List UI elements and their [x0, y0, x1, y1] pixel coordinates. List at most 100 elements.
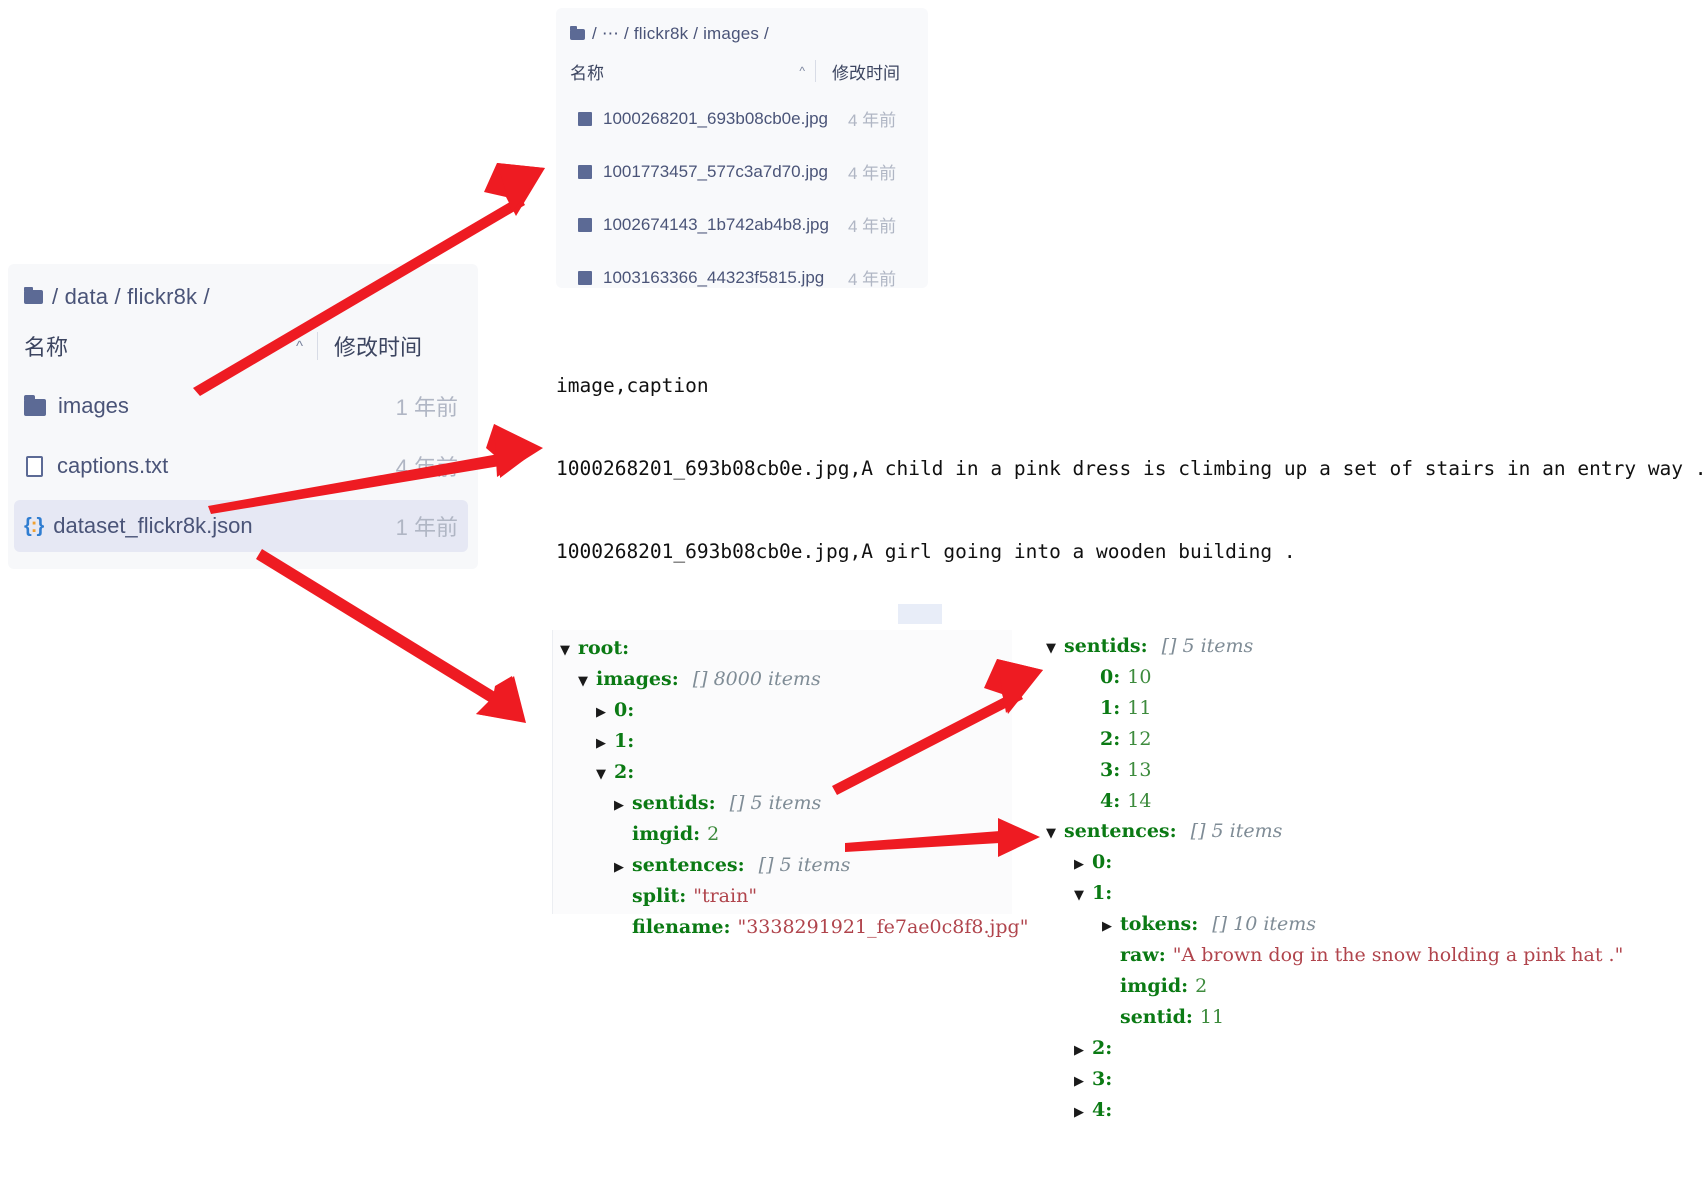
chevron-down-icon[interactable]: ▼ — [560, 637, 578, 665]
json-colon: : — [627, 730, 635, 752]
json-row[interactable]: ▼ 2: — [560, 758, 1028, 789]
column-header-name[interactable]: 名称 — [24, 330, 296, 362]
column-header-images: 名称 ^ 修改时间 — [570, 60, 928, 92]
chevron-right-icon[interactable]: ▶ — [596, 699, 614, 727]
list-item-label: 1000268201_693b08cb0e.jpg — [603, 108, 829, 128]
list-item[interactable]: 1002674143_1b742ab4b8.jpg 4 年前 — [566, 206, 920, 243]
breadcrumb-images-text: / ⋯ / flickr8k / images / — [592, 24, 769, 43]
breadcrumb-images[interactable]: / ⋯ / flickr8k / images / — [556, 8, 928, 44]
json-row[interactable]: ▶ 0: — [560, 696, 1028, 727]
json-items-count: [] 5 items — [758, 854, 851, 876]
list-item-label: images — [58, 393, 129, 418]
chevron-right-icon[interactable]: ▶ — [1074, 1037, 1092, 1065]
json-row[interactable]: ▶ sentences: [] 5 items — [560, 851, 1028, 882]
chevron-right-icon[interactable]: ▶ — [596, 730, 614, 758]
list-item-label: captions.txt — [57, 453, 169, 478]
json-row: ▶3:13 — [1046, 756, 1253, 787]
chevron-down-icon[interactable]: ▼ — [1046, 820, 1064, 848]
json-row: ▶split: "train" — [560, 882, 1028, 913]
json-colon: : — [627, 699, 635, 721]
column-header-modified[interactable]: 修改时间 — [334, 330, 458, 362]
chevron-right-icon[interactable]: ▶ — [1074, 1099, 1092, 1127]
breadcrumb-left[interactable]: / data / flickr8k / — [8, 264, 478, 310]
json-value: 12 — [1127, 728, 1152, 750]
file-name-cell: captions.txt — [24, 453, 396, 479]
json-index: 1 — [1092, 882, 1106, 904]
json-value: 13 — [1127, 759, 1152, 781]
list-item-label: 1001773457_577c3a7d70.jpg — [603, 161, 829, 181]
json-row[interactable]: ▼ root: — [560, 634, 1028, 665]
list-item-selected[interactable]: {:} dataset_flickr8k.json 1 年前 — [14, 500, 468, 552]
json-key: imgid — [1120, 975, 1182, 997]
json-key: sentids — [632, 792, 709, 814]
json-row[interactable]: ▼ sentences: [] 5 items — [1046, 817, 1623, 848]
json-index: 4 — [1092, 1099, 1106, 1121]
header-divider — [815, 60, 816, 82]
json-row[interactable]: ▼ images: [] 8000 items — [560, 665, 1028, 696]
json-value: 2 — [707, 823, 720, 845]
no-chevron-icon: ▶ — [1082, 790, 1100, 818]
json-row: ▶2:12 — [1046, 725, 1253, 756]
chevron-down-icon[interactable]: ▼ — [1046, 635, 1064, 663]
folder-icon — [24, 287, 43, 304]
json-key: images — [596, 668, 672, 690]
json-items-count: [] 10 items — [1212, 913, 1317, 935]
chevron-down-icon[interactable]: ▼ — [578, 668, 596, 696]
json-row[interactable]: ▶ 4: — [1046, 1096, 1623, 1127]
json-index: 1 — [1100, 697, 1114, 719]
chevron-down-icon[interactable]: ▼ — [596, 761, 614, 789]
json-key: imgid — [632, 823, 694, 845]
json-row[interactable]: ▼ sentids: [] 5 items — [1046, 632, 1253, 663]
json-row: ▶4:14 — [1046, 787, 1253, 818]
sort-ascending-icon[interactable]: ^ — [799, 64, 805, 78]
json-items-count: [] 5 items — [1190, 820, 1283, 842]
json-items-count: [] 8000 items — [692, 668, 821, 690]
json-value: "3338291921_fe7ae0c8f8.jpg" — [737, 916, 1029, 938]
chevron-right-icon[interactable]: ▶ — [1074, 1068, 1092, 1096]
json-key: sentids — [1064, 635, 1141, 657]
list-item[interactable]: 1003163366_44323f5815.jpg 4 年前 — [566, 259, 920, 296]
json-row[interactable]: ▶ sentids: [] 5 items — [560, 789, 1028, 820]
chevron-right-icon[interactable]: ▶ — [1102, 913, 1120, 941]
json-index: 4 — [1100, 790, 1114, 812]
no-chevron-icon: ▶ — [1082, 728, 1100, 756]
json-key: 2 — [614, 761, 628, 783]
json-key: root — [578, 637, 623, 659]
json-row: ▶imgid:2 — [560, 820, 1028, 851]
json-colon: : — [1105, 1037, 1113, 1059]
json-row[interactable]: ▶ 3: — [1046, 1065, 1623, 1096]
list-item-label: 1002674143_1b742ab4b8.jpg — [603, 214, 829, 234]
list-item[interactable]: 1000268201_693b08cb0e.jpg 4 年前 — [566, 100, 920, 137]
json-index: 3 — [1100, 759, 1114, 781]
sort-ascending-icon[interactable]: ^ — [296, 338, 303, 355]
list-item[interactable]: images 1 年前 — [14, 380, 468, 432]
modified-time: 4 年前 — [848, 164, 897, 183]
json-colon: : — [723, 916, 731, 938]
json-index: 2 — [1100, 728, 1114, 750]
file-name-cell: 1002674143_1b742ab4b8.jpg — [570, 215, 848, 235]
json-row[interactable]: ▼ 1: — [1046, 879, 1623, 910]
json-row[interactable]: ▶ tokens: [] 10 items — [1046, 910, 1623, 941]
chevron-down-icon[interactable]: ▼ — [1074, 882, 1092, 910]
chevron-right-icon[interactable]: ▶ — [614, 792, 632, 820]
no-chevron-icon: ▶ — [1102, 944, 1120, 972]
json-colon: : — [1113, 728, 1121, 750]
file-browser-images: / ⋯ / flickr8k / images / 名称 ^ 修改时间 1000… — [556, 8, 928, 289]
json-colon: : — [1113, 697, 1121, 719]
chevron-right-icon[interactable]: ▶ — [1074, 851, 1092, 879]
json-colon: : — [1113, 759, 1121, 781]
json-row[interactable]: ▶ 1: — [560, 727, 1028, 758]
json-colon: : — [1105, 1099, 1113, 1121]
json-key: sentences — [632, 854, 738, 876]
json-row[interactable]: ▶ 0: — [1046, 848, 1623, 879]
chevron-right-icon[interactable]: ▶ — [614, 854, 632, 882]
image-icon — [578, 111, 592, 126]
list-item[interactable]: captions.txt 4 年前 — [14, 440, 468, 492]
list-item[interactable]: 1001773457_577c3a7d70.jpg 4 年前 — [566, 153, 920, 190]
json-items-count: [] 5 items — [729, 792, 822, 814]
column-header-name[interactable]: 名称 — [570, 59, 799, 84]
json-row: ▶imgid:2 — [1046, 972, 1623, 1003]
json-row[interactable]: ▶ 2: — [1046, 1034, 1623, 1065]
column-header-modified[interactable]: 修改时间 — [832, 59, 928, 84]
json-value: 2 — [1195, 975, 1208, 997]
